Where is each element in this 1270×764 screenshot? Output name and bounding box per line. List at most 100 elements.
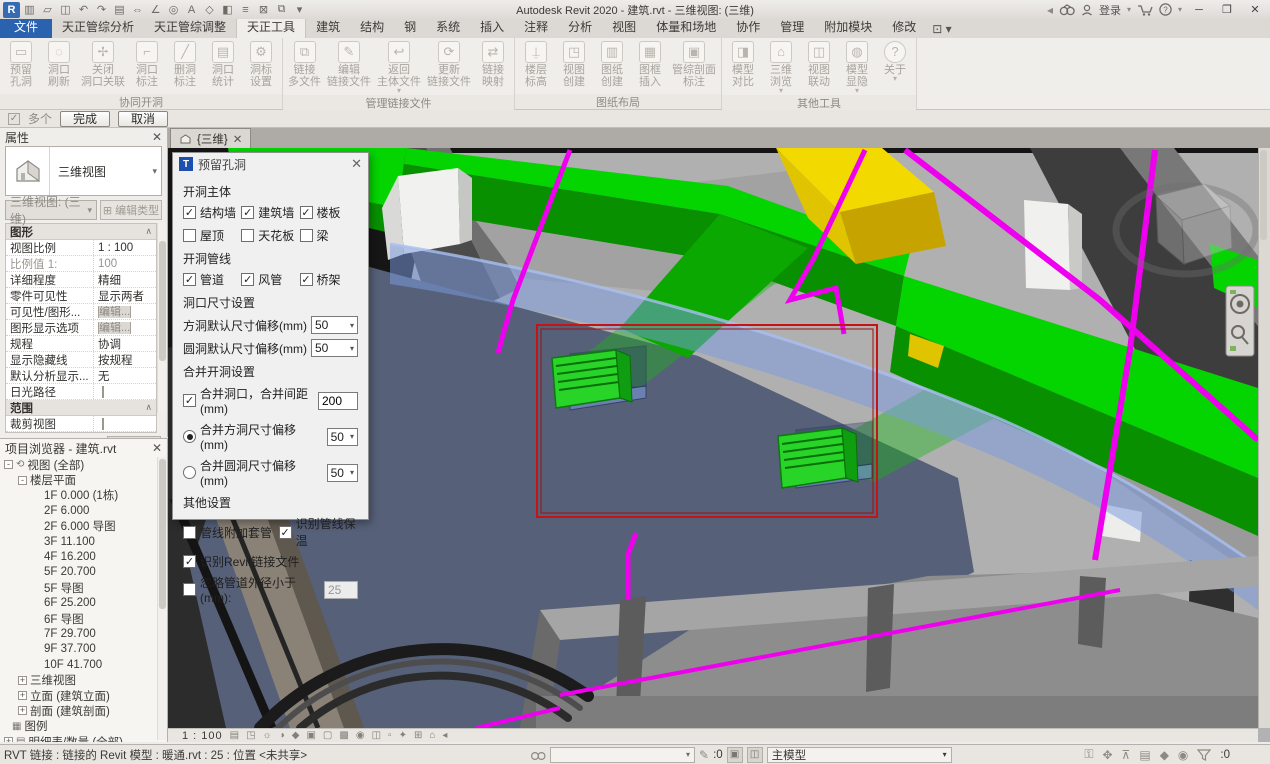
pipe-sleeve-checkbox[interactable] xyxy=(183,526,196,539)
ribbon-tab-file[interactable]: 文件 xyxy=(0,16,52,38)
type-selector[interactable]: 三维视图 ▾ xyxy=(5,146,162,196)
tree-item-level[interactable]: 9F 37.700 xyxy=(4,642,167,657)
merge-round-radio[interactable] xyxy=(183,466,196,479)
worksharing-display-icon[interactable]: ✦ xyxy=(399,730,407,741)
tree-item-elevations[interactable]: +立面 (建筑立面) xyxy=(4,688,167,703)
help-caret-icon[interactable]: ▾ xyxy=(1178,5,1182,14)
tree-item-level[interactable]: 5F 20.700 xyxy=(4,565,167,580)
dialog-title-bar[interactable]: T 预留孔洞 ✕ xyxy=(173,153,368,175)
ribbon-tab-tianzheng-adjust[interactable]: 天正管综调整 xyxy=(144,16,236,38)
temporary-hide-isolate-icon[interactable]: ▩ xyxy=(339,730,348,741)
search-binoculars-icon[interactable] xyxy=(1059,4,1075,16)
chevron-left-icon[interactable]: ◂ xyxy=(1047,3,1053,17)
tree-item-level[interactable]: 1F 0.000 (1栋) xyxy=(4,488,167,503)
ribbon-button-link-multi-file[interactable]: ⧉链接多文件 xyxy=(285,40,324,89)
ribbon-button-model-compare[interactable]: ◨模型对比 xyxy=(724,40,762,89)
ribbon-button-opening-tag-settings[interactable]: ⚙洞标设置 xyxy=(242,40,280,89)
reveal-hidden-elements-icon[interactable]: ◉ xyxy=(356,730,365,741)
restore-button[interactable]: ❐ xyxy=(1216,3,1238,16)
ribbon-tab-tianzheng-analysis[interactable]: 天正管综分析 xyxy=(52,16,144,38)
check-roof[interactable]: 屋顶 xyxy=(183,227,241,244)
close-hidden-windows-icon[interactable]: ⊠ xyxy=(255,2,272,18)
ribbon-button-close-opening-link[interactable]: ✢关闭洞口关联 xyxy=(78,40,128,89)
expander[interactable]: + xyxy=(18,691,27,700)
ignore-diameter-checkbox[interactable] xyxy=(183,583,196,596)
ribbon-button-opening-tag[interactable]: ⌐洞口标注 xyxy=(128,40,166,89)
type-caret-icon[interactable]: ▾ xyxy=(152,166,161,177)
ribbon-button-3d-browse[interactable]: ⌂三维浏览▾ xyxy=(762,40,800,95)
ribbon-display-toggle[interactable]: ⊡ ▾ xyxy=(926,20,957,38)
section-icon[interactable]: ◧ xyxy=(219,2,236,18)
tree-item-level[interactable]: 5F 导图 xyxy=(4,580,167,595)
sign-in-caret-icon[interactable]: ▾ xyxy=(1127,5,1131,14)
thin-lines-icon[interactable]: ≡ xyxy=(237,2,254,18)
visual-style-icon[interactable]: ◳ xyxy=(246,730,255,741)
select-underlay-icon[interactable]: ✥ xyxy=(1102,748,1112,762)
show-crop-region-icon[interactable]: ▢ xyxy=(323,730,332,741)
print-icon[interactable]: ▤ xyxy=(111,2,128,18)
edit-type-button[interactable]: ⊞ 编辑类型 xyxy=(100,200,162,220)
ribbon-button-opening-refresh[interactable]: ◌洞口刷新 xyxy=(40,40,78,89)
finish-button[interactable]: 完成 xyxy=(60,111,110,127)
ribbon-tab-architecture[interactable]: 建筑 xyxy=(306,16,350,38)
merge-round-combo[interactable]: 50▾ xyxy=(327,464,358,482)
check-duct[interactable]: 风管 xyxy=(241,271,299,288)
temporary-view-properties-icon[interactable]: ◫ xyxy=(372,730,381,741)
status-search-icon[interactable] xyxy=(530,749,546,761)
ribbon-tab-analyze[interactable]: 分析 xyxy=(558,16,602,38)
tree-item-level[interactable]: 6F 导图 xyxy=(4,611,167,626)
show-analytical-icon[interactable]: ▫ xyxy=(388,730,392,741)
check-architectural-wall[interactable]: 建筑墙 xyxy=(241,204,299,221)
prop-value[interactable]: 无 xyxy=(94,368,156,384)
browser-scrollbar[interactable] xyxy=(157,457,167,740)
tree-item-level[interactable]: 6F 25.200 xyxy=(4,596,167,611)
instance-selector[interactable]: 三维视图: (三维) ▾ xyxy=(5,200,97,220)
square-hole-offset-combo[interactable]: 50▾ xyxy=(311,316,358,334)
crop-view-icon[interactable]: ▣ xyxy=(306,730,315,741)
crop-view-checkbox[interactable] xyxy=(102,418,104,430)
ribbon-tab-manage[interactable]: 管理 xyxy=(770,16,814,38)
ribbon-tab-systems[interactable]: 系统 xyxy=(426,16,470,38)
properties-close-icon[interactable]: ✕ xyxy=(152,130,162,144)
canvas-vertical-scrollbar[interactable] xyxy=(1258,148,1270,728)
worksets-button[interactable]: ▣ xyxy=(727,747,743,763)
save-icon[interactable]: ◫ xyxy=(57,2,74,18)
collapse-view-control-icon[interactable]: ◂ xyxy=(442,730,447,741)
ribbon-tab-collaborate[interactable]: 协作 xyxy=(726,16,770,38)
sun-path-icon[interactable]: ☼ xyxy=(263,730,272,741)
multiple-checkbox[interactable]: ✓ xyxy=(8,113,20,125)
undo-icon[interactable]: ↶ xyxy=(75,2,92,18)
render-icon[interactable]: ◆ xyxy=(292,730,300,741)
ribbon-tab-steel[interactable]: 钢 xyxy=(394,16,426,38)
view-tab-close-icon[interactable]: ✕ xyxy=(233,132,243,146)
tree-item-level[interactable]: 2F 6.000 xyxy=(4,503,167,518)
switch-windows-icon[interactable]: ⧉ xyxy=(273,2,290,18)
ribbon-button-view-link[interactable]: ◫视图联动 xyxy=(800,40,838,89)
ui-panels-icon[interactable]: ▥ xyxy=(21,2,38,18)
section-graphics[interactable]: 图形 xyxy=(10,224,33,240)
prop-value[interactable]: 按规程 xyxy=(94,352,156,368)
select-links-icon[interactable]: ⚿ xyxy=(1084,747,1093,762)
shadows-icon[interactable]: ◑ xyxy=(279,730,285,741)
expander[interactable]: + xyxy=(4,737,13,742)
sign-in-label[interactable]: 登录 xyxy=(1099,2,1121,18)
merge-square-combo[interactable]: 50▾ xyxy=(327,428,358,446)
ribbon-button-reserve-hole[interactable]: ▭预留孔洞 xyxy=(2,40,40,89)
expander[interactable]: + xyxy=(18,706,27,715)
ribbon-button-update-link-file[interactable]: ⟳更新链接文件 xyxy=(424,40,474,89)
check-pipe[interactable]: 管道 xyxy=(183,271,241,288)
ribbon-button-view-create[interactable]: ◳视图创建 xyxy=(555,40,593,89)
select-by-face-icon[interactable]: ▤ xyxy=(1139,748,1150,762)
merge-spacing-input[interactable] xyxy=(318,392,358,410)
revit-logo-icon[interactable]: R xyxy=(3,2,20,18)
ribbon-tab-insert[interactable]: 插入 xyxy=(470,16,514,38)
check-ceiling[interactable]: 天花板 xyxy=(241,227,299,244)
ribbon-button-opening-statistics[interactable]: ▤洞口统计 xyxy=(204,40,242,89)
tree-item-level[interactable]: 2F 6.000 导图 xyxy=(4,519,167,534)
design-option-combo[interactable]: ▾ xyxy=(550,747,695,763)
text-icon[interactable]: A xyxy=(183,2,200,18)
ribbon-tab-addins[interactable]: 附加模块 xyxy=(814,16,882,38)
tree-item-level[interactable]: 4F 16.200 xyxy=(4,549,167,564)
expander[interactable]: - xyxy=(4,460,13,469)
ribbon-button-floor-elevation[interactable]: ⍊楼层标高 xyxy=(517,40,555,89)
